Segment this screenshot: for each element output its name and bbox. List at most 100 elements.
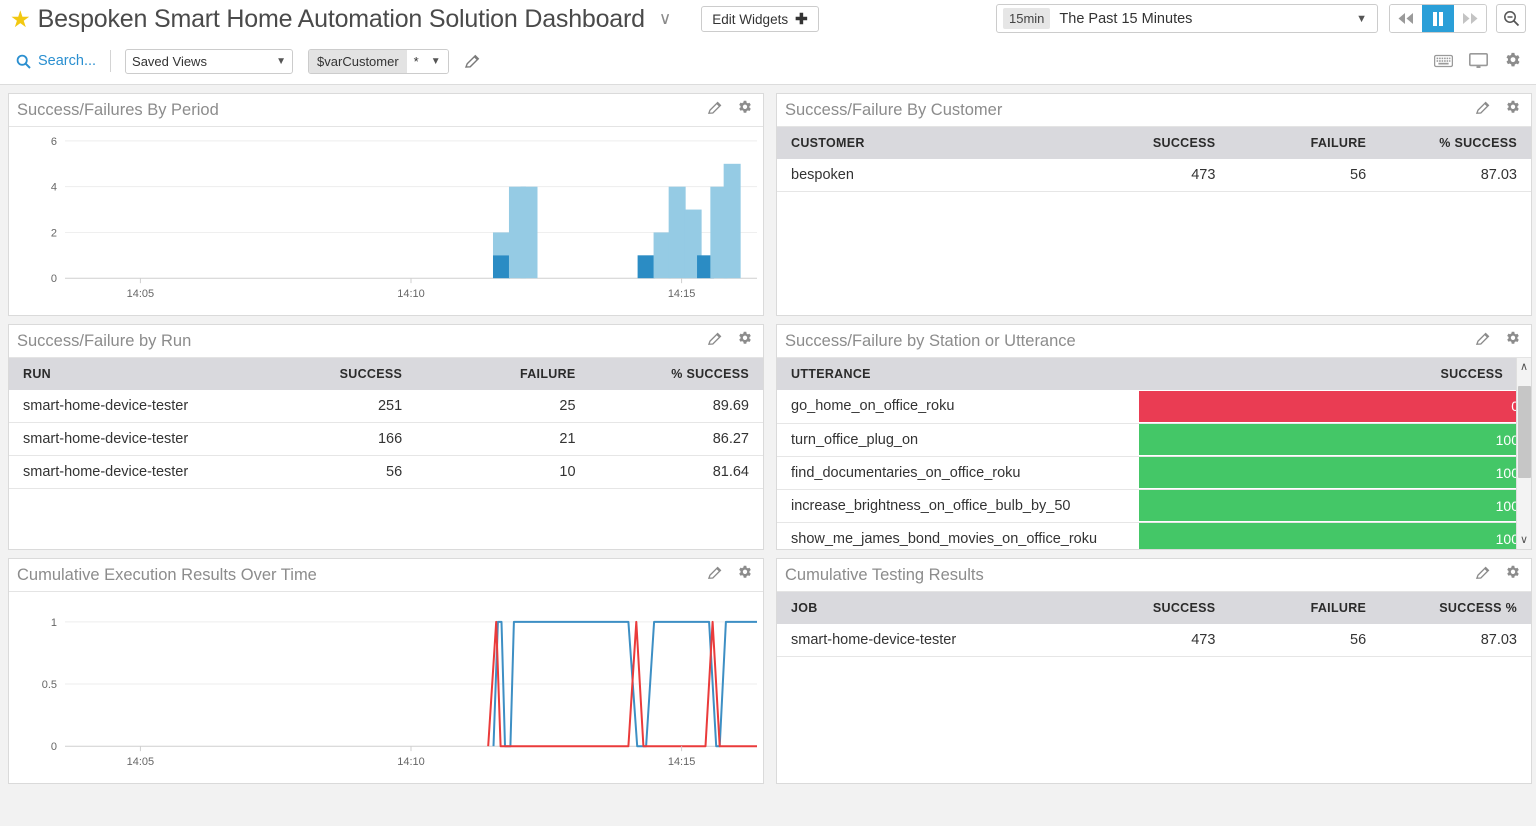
panel-body: 0 2 4 6 14:05 14:10 14:15: [9, 127, 763, 315]
table-row[interactable]: go_home_on_office_roku0: [777, 390, 1531, 424]
cell-pct-success: 89.69: [589, 390, 763, 423]
success-bar: 100: [1138, 457, 1531, 488]
edit-panel-pencil-icon[interactable]: [1475, 565, 1491, 586]
edit-panel-pencil-icon[interactable]: [707, 100, 723, 121]
column-header-customer[interactable]: CUSTOMER: [777, 127, 1079, 159]
table-row[interactable]: show_me_james_bond_movies_on_office_roku…: [777, 522, 1531, 549]
edit-panel-pencil-icon[interactable]: [707, 331, 723, 352]
zoom-out-button[interactable]: [1496, 4, 1526, 33]
display-monitor-icon[interactable]: [1469, 53, 1488, 74]
column-header-run[interactable]: RUN: [9, 358, 243, 390]
column-header-success[interactable]: SUCCESS: [1078, 127, 1230, 159]
rewind-button[interactable]: [1390, 5, 1422, 32]
keyboard-shortcuts-icon[interactable]: [1433, 54, 1454, 73]
cumulative-results-table: JOB SUCCESS FAILURE SUCCESS % smart-home…: [777, 592, 1531, 657]
panel-settings-gear-icon[interactable]: [737, 565, 753, 586]
cell-success: 166: [242, 422, 417, 456]
table-row[interactable]: smart-home-device-tester 251 25 89.69: [9, 390, 763, 423]
top-toolbar: ★ Bespoken Smart Home Automation Solutio…: [0, 0, 1536, 38]
bar-segment-failure: [637, 255, 655, 279]
edit-panel-pencil-icon[interactable]: [1475, 331, 1491, 352]
table-header-row: CUSTOMER SUCCESS FAILURE % SUCCESS: [777, 127, 1531, 159]
scrollbar-thumb[interactable]: [1518, 386, 1531, 478]
scrollbar-track[interactable]: [1517, 376, 1531, 531]
edit-panel-pencil-icon[interactable]: [707, 565, 723, 586]
cell-success-bar: 100: [1138, 522, 1531, 549]
table-row[interactable]: smart-home-device-tester 56 10 81.64: [9, 455, 763, 489]
toolbar-divider: [110, 50, 112, 72]
cell-failure: 56: [1229, 159, 1381, 192]
table-row[interactable]: increase_brightness_on_office_bulb_by_50…: [777, 489, 1531, 523]
column-header-pct-success[interactable]: % SUCCESS: [589, 358, 763, 390]
panel-header-icons: [707, 331, 753, 352]
chevron-down-icon[interactable]: ▼: [1356, 13, 1371, 25]
settings-gear-icon[interactable]: [1504, 52, 1522, 75]
scroll-up-icon[interactable]: ∧: [1520, 358, 1528, 376]
panel-cumulative-testing-results: Cumulative Testing Results JOB SUCCESS F…: [776, 558, 1532, 784]
scroll-down-icon[interactable]: ∨: [1520, 531, 1528, 549]
panel-settings-gear-icon[interactable]: [1505, 100, 1521, 121]
column-header-failure[interactable]: FAILURE: [416, 358, 590, 390]
edit-variable-button[interactable]: [464, 53, 481, 70]
panel-header-icons: [1475, 331, 1521, 352]
column-header-utterance[interactable]: UTTERANCE: [777, 358, 1139, 390]
panel-settings-gear-icon[interactable]: [737, 100, 753, 121]
table-row[interactable]: bespoken 473 56 87.03: [777, 159, 1531, 192]
cell-failure: 21: [416, 422, 590, 456]
line-chart-cumulative-execution-results[interactable]: 0 0.5 1 14:05 14:10 14:15: [9, 592, 763, 783]
variable-filter[interactable]: $varCustomer * ▼: [308, 48, 449, 74]
x-axis-tick-label: 14:10: [397, 756, 425, 768]
saved-views-label: Saved Views: [132, 53, 207, 69]
cell-success-bar: 100: [1138, 456, 1531, 490]
panel-header-icons: [1475, 100, 1521, 121]
y-axis-tick-label: 0: [51, 273, 57, 285]
panel-header-icons: [707, 565, 753, 586]
edit-panel-pencil-icon[interactable]: [1475, 100, 1491, 121]
cell-utterance: show_me_james_bond_movies_on_office_roku: [777, 522, 1139, 549]
table-row[interactable]: turn_office_plug_on 100: [777, 423, 1531, 457]
column-header-job[interactable]: JOB: [777, 592, 1079, 624]
pause-button[interactable]: [1422, 5, 1454, 32]
column-header-success-pct[interactable]: SUCCESS %: [1380, 592, 1531, 624]
panel-cumulative-execution-results-over-time: Cumulative Execution Results Over Time 0…: [8, 558, 764, 784]
panel-settings-gear-icon[interactable]: [1505, 565, 1521, 586]
saved-views-select[interactable]: Saved Views ▼: [125, 48, 294, 74]
panel-title: Cumulative Testing Results: [785, 565, 984, 584]
panel-settings-gear-icon[interactable]: [1505, 331, 1521, 352]
column-header-success[interactable]: SUCCESS: [242, 358, 417, 390]
title-dropdown-caret-icon[interactable]: ∨: [659, 9, 671, 29]
y-axis-tick-label: 0: [51, 741, 57, 753]
cell-success-bar: 100: [1138, 423, 1531, 457]
search-button[interactable]: Search...: [16, 53, 96, 69]
panel-body: JOB SUCCESS FAILURE SUCCESS % smart-home…: [777, 592, 1531, 783]
favorite-star-icon[interactable]: ★: [10, 7, 31, 31]
bar-chart-success-failures-by-period[interactable]: 0 2 4 6 14:05 14:10 14:15: [9, 127, 763, 315]
vertical-scrollbar[interactable]: ∧ ∨: [1516, 358, 1531, 549]
edit-widgets-button[interactable]: Edit Widgets ✚: [701, 6, 819, 32]
panel-success-failures-by-period: Success/Failures By Period 0 2 4 6 14:05 14: [8, 93, 764, 316]
fast-forward-button[interactable]: [1454, 5, 1486, 32]
run-table: RUN SUCCESS FAILURE % SUCCESS smart-home…: [9, 358, 763, 489]
column-header-success[interactable]: SUCCESS: [1078, 592, 1230, 624]
panel-settings-gear-icon[interactable]: [737, 331, 753, 352]
table-row[interactable]: smart-home-device-tester 166 21 86.27: [9, 422, 763, 456]
column-header-pct-success[interactable]: % SUCCESS: [1380, 127, 1531, 159]
variable-value-select[interactable]: * ▼: [406, 49, 448, 73]
column-header-failure[interactable]: FAILURE: [1229, 592, 1381, 624]
bar-segment-success: [492, 232, 510, 256]
panel-title: Success/Failures By Period: [17, 100, 219, 119]
time-range-selector[interactable]: 15min The Past 15 Minutes ▼: [996, 4, 1378, 33]
table-row[interactable]: smart-home-device-tester 473 56 87.03: [777, 624, 1531, 657]
table-row[interactable]: find_documentaries_on_office_roku 100: [777, 456, 1531, 490]
panel-body: CUSTOMER SUCCESS FAILURE % SUCCESS bespo…: [777, 127, 1531, 315]
success-bar: 0: [1138, 390, 1531, 422]
column-header-success[interactable]: SUCCESS: [1138, 358, 1531, 390]
y-axis-tick-label: 4: [51, 182, 57, 194]
x-axis-tick-label: 14:10: [397, 288, 425, 300]
time-range-label: The Past 15 Minutes: [1059, 10, 1193, 27]
panel-header: Cumulative Testing Results: [777, 559, 1531, 592]
panel-header: Cumulative Execution Results Over Time: [9, 559, 763, 592]
cell-utterance: find_documentaries_on_office_roku: [777, 456, 1139, 490]
panel-title: Success/Failure By Customer: [785, 100, 1003, 119]
column-header-failure[interactable]: FAILURE: [1229, 127, 1381, 159]
